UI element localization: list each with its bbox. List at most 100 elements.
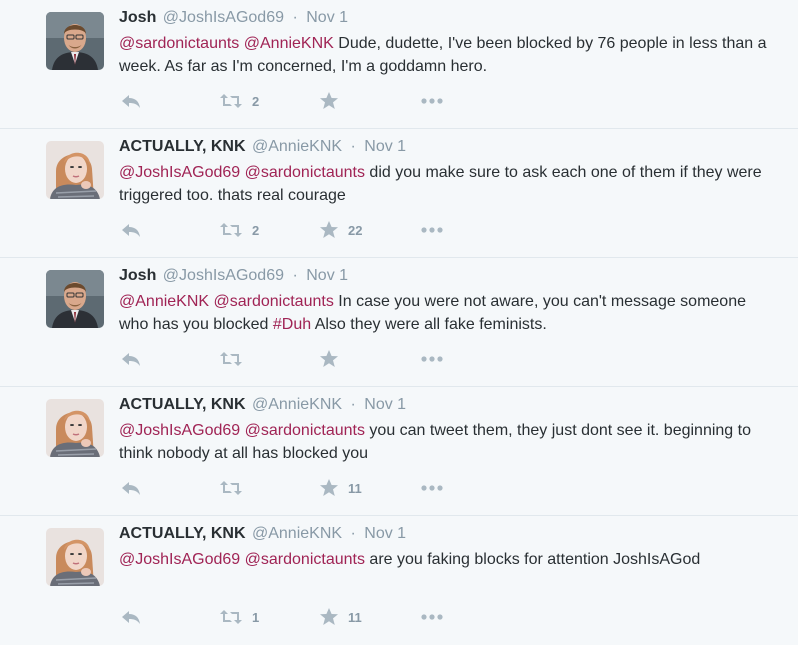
tweet-actions: 11	[119, 475, 519, 501]
retweet-icon	[220, 223, 242, 237]
avatar-image	[46, 399, 104, 457]
header-separator: ·	[350, 138, 356, 155]
user-handle[interactable]: @AnnieKNK	[252, 396, 342, 413]
user-handle[interactable]: @AnnieKNK	[252, 138, 342, 155]
more-dots-icon	[421, 356, 443, 362]
mention-link[interactable]: @JoshIsAGod69	[119, 551, 240, 568]
mention-link[interactable]: @AnnieKNK	[244, 35, 334, 52]
tweet-text: @JoshIsAGod69 @sardonictaunts did you ma…	[119, 161, 779, 207]
favorite-button[interactable]: 11	[319, 475, 362, 501]
hashtag-link[interactable]: #Duh	[273, 316, 311, 333]
favorite-button[interactable]: 11	[319, 604, 362, 630]
tweet-body-tail: Also they were all fake feminists.	[311, 316, 547, 333]
retweet-count: 1	[252, 609, 260, 625]
favorite-button[interactable]	[319, 346, 348, 372]
retweet-count: 2	[252, 222, 260, 238]
mention-link[interactable]: @JoshIsAGod69	[119, 164, 240, 181]
tweet-text: @sardonictaunts @AnnieKNK Dude, dudette,…	[119, 32, 779, 78]
tweet-timestamp[interactable]: Nov 1	[364, 525, 406, 542]
reply-button[interactable]	[121, 88, 141, 114]
more-dots-icon	[421, 227, 443, 233]
tweet-header: ACTUALLY, KNK @AnnieKNK · Nov 1	[119, 137, 406, 157]
tweet-text: @JoshIsAGod69 @sardonictaunts you can tw…	[119, 419, 779, 465]
retweet-button[interactable]	[219, 475, 252, 501]
retweet-button[interactable]: 1	[219, 604, 259, 630]
mention-link[interactable]: @sardonictaunts	[119, 35, 239, 52]
user-fullname[interactable]: ACTUALLY, KNK	[119, 138, 246, 155]
mention-link[interactable]: @AnnieKNK	[119, 293, 209, 310]
favorite-button[interactable]	[319, 88, 348, 114]
user-fullname[interactable]: ACTUALLY, KNK	[119, 396, 246, 413]
header-separator: ·	[292, 267, 298, 284]
tweet-header: ACTUALLY, KNK @AnnieKNK · Nov 1	[119, 524, 406, 544]
reply-button[interactable]	[121, 346, 141, 372]
tweet[interactable]: Josh @JoshIsAGod69 · Nov 1 @sardonictaun…	[0, 0, 798, 129]
user-fullname[interactable]: ACTUALLY, KNK	[119, 525, 246, 542]
avatar-image	[46, 528, 104, 586]
tweet-text: @JoshIsAGod69 @sardonictaunts are you fa…	[119, 548, 779, 571]
reply-icon	[122, 353, 140, 366]
user-handle[interactable]: @AnnieKNK	[252, 525, 342, 542]
retweet-count: 2	[252, 93, 260, 109]
mention-link[interactable]: @sardonictaunts	[214, 293, 334, 310]
avatar[interactable]	[46, 270, 104, 328]
avatar-image	[46, 270, 104, 328]
user-fullname[interactable]: Josh	[119, 267, 156, 284]
reply-button[interactable]	[121, 475, 141, 501]
retweet-button[interactable]	[219, 346, 252, 372]
retweet-button[interactable]: 2	[219, 88, 259, 114]
star-icon	[320, 221, 338, 238]
user-fullname[interactable]: Josh	[119, 9, 156, 26]
tweet[interactable]: ACTUALLY, KNK @AnnieKNK · Nov 1 @JoshIsA…	[0, 516, 798, 645]
retweet-icon	[220, 352, 242, 366]
tweet[interactable]: Josh @JoshIsAGod69 · Nov 1 @AnnieKNK @sa…	[0, 258, 798, 387]
tweet-timestamp[interactable]: Nov 1	[364, 396, 406, 413]
more-button[interactable]	[420, 346, 444, 372]
favorite-button[interactable]: 22	[319, 217, 362, 243]
favorite-count: 22	[348, 222, 363, 238]
avatar[interactable]	[46, 141, 104, 199]
mention-link[interactable]: @sardonictaunts	[245, 551, 365, 568]
tweet-header: Josh @JoshIsAGod69 · Nov 1	[119, 8, 348, 28]
more-button[interactable]	[420, 88, 444, 114]
tweet-timestamp[interactable]: Nov 1	[306, 9, 348, 26]
more-dots-icon	[421, 614, 443, 620]
avatar[interactable]	[46, 12, 104, 70]
avatar[interactable]	[46, 399, 104, 457]
reply-button[interactable]	[121, 604, 141, 630]
retweet-button[interactable]: 2	[219, 217, 259, 243]
retweet-icon	[220, 94, 242, 108]
more-button[interactable]	[420, 475, 444, 501]
retweet-icon	[220, 481, 242, 495]
mention-link[interactable]: @sardonictaunts	[245, 164, 365, 181]
tweet-actions: 2	[119, 88, 519, 114]
reply-button[interactable]	[121, 217, 141, 243]
mention-link[interactable]: @JoshIsAGod69	[119, 422, 240, 439]
more-dots-icon	[421, 485, 443, 491]
tweet-actions: 2 22	[119, 217, 519, 243]
reply-icon	[122, 224, 140, 237]
favorite-count: 11	[348, 609, 362, 625]
more-button[interactable]	[420, 604, 444, 630]
tweet[interactable]: ACTUALLY, KNK @AnnieKNK · Nov 1 @JoshIsA…	[0, 129, 798, 258]
tweet-timestamp[interactable]: Nov 1	[364, 138, 406, 155]
mention-link[interactable]: @sardonictaunts	[245, 422, 365, 439]
more-button[interactable]	[420, 217, 444, 243]
tweet[interactable]: ACTUALLY, KNK @AnnieKNK · Nov 1 @JoshIsA…	[0, 387, 798, 516]
reply-icon	[122, 611, 140, 624]
tweet-timestamp[interactable]: Nov 1	[306, 267, 348, 284]
star-icon	[320, 479, 338, 496]
star-icon	[320, 350, 338, 367]
tweet-actions	[119, 346, 519, 372]
user-handle[interactable]: @JoshIsAGod69	[163, 267, 284, 284]
header-separator: ·	[350, 525, 356, 542]
retweet-icon	[220, 610, 242, 624]
tweet-header: ACTUALLY, KNK @AnnieKNK · Nov 1	[119, 395, 406, 415]
user-handle[interactable]: @JoshIsAGod69	[163, 9, 284, 26]
tweet-body: are you faking blocks for attention Josh…	[364, 551, 701, 568]
avatar[interactable]	[46, 528, 104, 586]
tweet-timeline: Josh @JoshIsAGod69 · Nov 1 @sardonictaun…	[0, 0, 798, 645]
star-icon	[320, 608, 338, 625]
star-icon	[320, 92, 338, 109]
header-separator: ·	[350, 396, 356, 413]
